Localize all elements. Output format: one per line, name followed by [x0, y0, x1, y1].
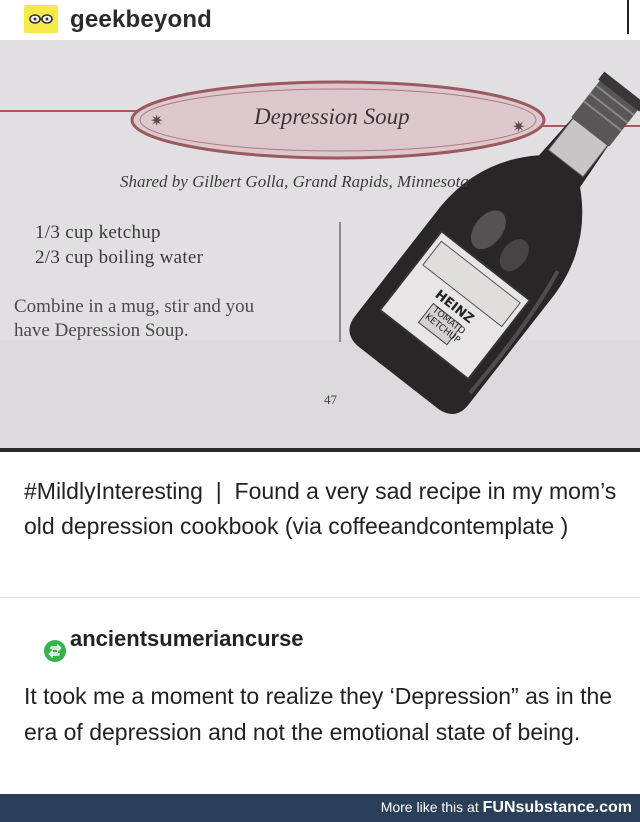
post-header: geekbeyond	[0, 0, 640, 40]
reblog-comment: It took me a moment to realize they ‘Dep…	[24, 683, 613, 745]
post-divider	[0, 597, 640, 598]
glasses-icon	[29, 14, 53, 24]
footer-text[interactable]: More like this at FUNsubstance.com	[381, 799, 632, 817]
footer-brand: FUNsubstance.com	[482, 799, 632, 816]
reblog-icon	[44, 640, 66, 662]
footer-more-text: More like this at	[380, 799, 479, 815]
post-caption: #MildlyInteresting | Found a very sad re…	[24, 474, 620, 544]
blog-avatar[interactable]	[24, 5, 58, 33]
blog-name-link[interactable]: geekbeyond	[70, 6, 212, 34]
photo-border	[0, 448, 640, 452]
bottle-label-text: HEINZ TOMATO KETCHUP	[423, 288, 477, 347]
reblog-username-link[interactable]: ancientsumeriancurse	[70, 626, 304, 652]
watermark-banner: More like this at FUNsubstance.com	[0, 794, 640, 822]
post-tag-link[interactable]: #MildlyInteresting	[24, 478, 203, 504]
edge-rule	[627, 0, 629, 34]
caption-separator: |	[215, 478, 222, 504]
cookbook-photo[interactable]: ✷ ✷ Depression Soup Shared by Gilbert Go…	[0, 40, 640, 448]
